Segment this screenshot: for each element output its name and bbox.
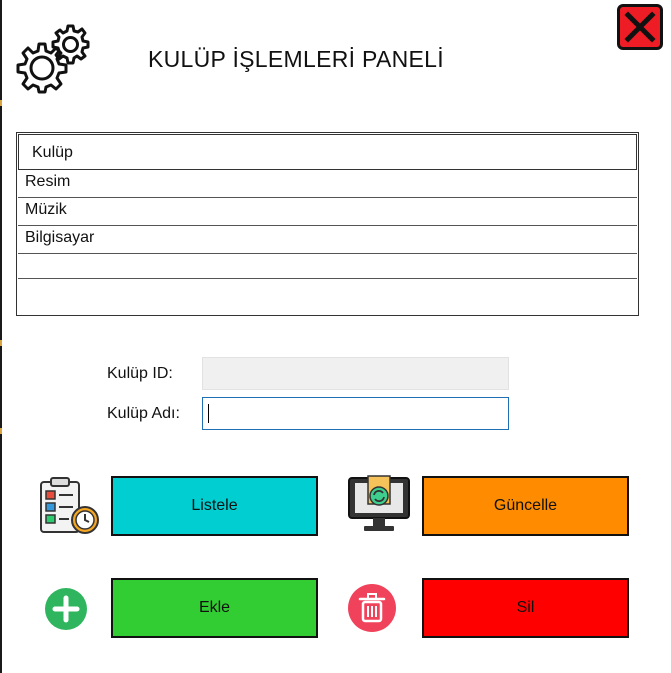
text-caret (208, 404, 209, 423)
club-name-field[interactable] (202, 397, 509, 430)
club-id-field[interactable] (202, 357, 509, 390)
gear-icon (16, 24, 90, 94)
edge-accent (0, 340, 2, 346)
grid-cell: Resim (25, 173, 71, 190)
close-button[interactable] (617, 4, 663, 50)
list-button[interactable]: Listele (111, 476, 318, 536)
trash-icon (348, 584, 396, 632)
table-row[interactable]: Bilgisayar (18, 226, 637, 254)
club-data-grid[interactable]: Kulüp Resim Müzik Bilgisayar (16, 132, 639, 316)
grid-cell: Müzik (25, 201, 67, 218)
page-title: KULÜP İŞLEMLERİ PANELİ (148, 46, 444, 72)
grid-header-label: Kulüp (32, 144, 73, 161)
edge-accent (0, 428, 2, 434)
add-button[interactable]: Ekle (111, 578, 318, 638)
table-row-new[interactable] (18, 254, 637, 279)
table-row[interactable]: Resim (18, 170, 637, 198)
close-icon (624, 11, 656, 43)
update-button[interactable]: Güncelle (422, 476, 629, 536)
grid-cell: Bilgisayar (25, 229, 95, 246)
monitor-refresh-icon (348, 475, 410, 531)
edge-accent (0, 100, 2, 106)
club-id-label: Kulüp ID: (107, 365, 173, 382)
delete-button[interactable]: Sil (422, 578, 629, 638)
checklist-clock-icon (40, 477, 99, 534)
grid-header-kulup[interactable]: Kulüp (18, 134, 637, 170)
table-row[interactable]: Müzik (18, 198, 637, 226)
add-plus-icon (45, 588, 87, 630)
club-name-label: Kulüp Adı: (107, 405, 180, 422)
